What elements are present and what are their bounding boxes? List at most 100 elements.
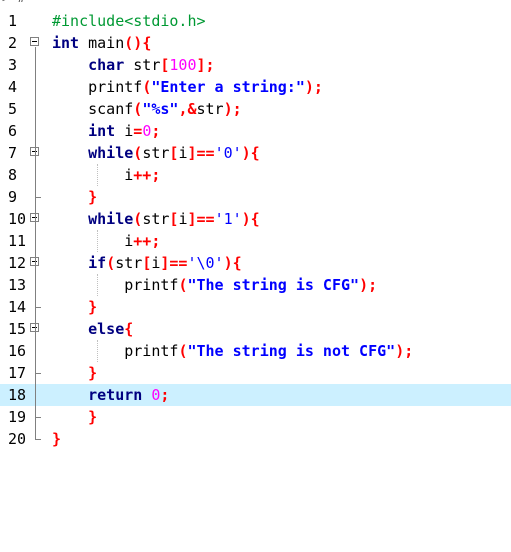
code-text[interactable]: printf("The string is CFG"); bbox=[52, 274, 377, 296]
fold-guide bbox=[28, 340, 46, 362]
code-line[interactable]: 7 while(str[i]=='0'){ bbox=[0, 142, 511, 164]
code-line[interactable]: 8 i++; bbox=[0, 164, 511, 186]
code-token: { bbox=[124, 320, 134, 338]
code-token: str bbox=[196, 100, 224, 118]
code-token: ( bbox=[133, 144, 143, 162]
code-text[interactable]: printf("The string is not CFG"); bbox=[52, 340, 413, 362]
code-editor[interactable]: > # 1#include<stdio.h>2int main(){3 char… bbox=[0, 0, 511, 552]
code-text[interactable]: } bbox=[52, 186, 97, 208]
line-number: 20 bbox=[8, 430, 27, 448]
fold-end-tick bbox=[35, 307, 41, 308]
code-text[interactable]: while(str[i]=='0'){ bbox=[52, 142, 260, 164]
code-token: ++; bbox=[133, 232, 161, 250]
line-number: 3 bbox=[8, 56, 18, 74]
code-token: ( bbox=[142, 78, 152, 96]
fold-toggle-icon[interactable] bbox=[28, 142, 46, 164]
code-line[interactable]: 19 } bbox=[0, 406, 511, 428]
line-number: 5 bbox=[8, 100, 18, 118]
code-text[interactable]: i++; bbox=[52, 230, 160, 252]
code-text[interactable]: } bbox=[52, 362, 97, 384]
code-token: ); bbox=[223, 100, 242, 118]
code-token: printf bbox=[52, 342, 179, 360]
code-text[interactable]: return 0; bbox=[52, 384, 169, 406]
code-line[interactable]: 10 while(str[i]=='1'){ bbox=[0, 208, 511, 230]
code-line[interactable]: 3 char str[100]; bbox=[0, 54, 511, 76]
code-token: str bbox=[115, 254, 143, 272]
code-token: else bbox=[88, 320, 125, 338]
fold-toggle-icon[interactable] bbox=[28, 318, 46, 340]
code-line[interactable]: 20} bbox=[0, 428, 511, 450]
code-line[interactable]: 18 return 0; bbox=[0, 384, 511, 406]
code-token: ( bbox=[133, 100, 143, 118]
code-token: char bbox=[88, 56, 125, 74]
code-line[interactable]: 15 else{ bbox=[0, 318, 511, 340]
code-text[interactable]: else{ bbox=[52, 318, 133, 340]
code-line[interactable]: 4 printf("Enter a string:"); bbox=[0, 76, 511, 98]
code-text[interactable]: while(str[i]=='1'){ bbox=[52, 208, 260, 230]
code-text[interactable]: char str[100]; bbox=[52, 54, 214, 76]
code-line[interactable]: 5 scanf("%s",&str); bbox=[0, 98, 511, 120]
line-number: 9 bbox=[8, 188, 18, 206]
code-line[interactable]: 17 } bbox=[0, 362, 511, 384]
fold-line bbox=[35, 47, 36, 439]
line-number: 10 bbox=[8, 210, 27, 228]
code-line[interactable]: 9 } bbox=[0, 186, 511, 208]
fold-guide bbox=[28, 98, 46, 120]
code-line[interactable]: 11 i++; bbox=[0, 230, 511, 252]
fold-toggle-icon[interactable] bbox=[28, 252, 46, 274]
code-line[interactable]: 6 int i=0; bbox=[0, 120, 511, 142]
code-text[interactable]: i++; bbox=[52, 164, 160, 186]
code-text[interactable]: } bbox=[52, 406, 97, 428]
line-number: 13 bbox=[8, 276, 27, 294]
code-text[interactable]: if(str[i]=='\0'){ bbox=[52, 252, 242, 274]
code-line[interactable]: 12 if(str[i]=='\0'){ bbox=[0, 252, 511, 274]
collapse-minus-icon[interactable] bbox=[30, 37, 39, 46]
code-token: int bbox=[88, 122, 116, 140]
line-number: 18 bbox=[8, 386, 27, 404]
code-token: "Enter a string:" bbox=[151, 78, 305, 96]
line-number: 2 bbox=[8, 34, 18, 52]
code-text[interactable]: #include<stdio.h> bbox=[52, 10, 206, 32]
code-token: { bbox=[142, 34, 152, 52]
code-text[interactable]: printf("Enter a string:"); bbox=[52, 76, 323, 98]
code-token: ; bbox=[160, 386, 170, 404]
code-line[interactable]: 2 int main(){ bbox=[0, 32, 511, 54]
code-token: str bbox=[142, 144, 170, 162]
code-token: str bbox=[142, 210, 170, 228]
code-text[interactable]: } bbox=[52, 428, 61, 450]
fold-guide bbox=[28, 76, 46, 98]
code-token: '1' bbox=[214, 210, 242, 228]
fold-guide bbox=[28, 230, 46, 252]
code-line[interactable]: 14 } bbox=[0, 296, 511, 318]
code-token: while bbox=[88, 210, 134, 228]
line-number: 15 bbox=[8, 320, 27, 338]
code-text[interactable]: int i=0; bbox=[52, 120, 160, 142]
code-text[interactable]: scanf("%s",&str); bbox=[52, 98, 242, 120]
code-line[interactable]: 1 #include<stdio.h> bbox=[0, 10, 511, 32]
code-token: printf bbox=[52, 78, 143, 96]
code-token: [ bbox=[142, 254, 152, 272]
code-text[interactable]: } bbox=[52, 296, 97, 318]
code-token: str bbox=[124, 56, 161, 74]
code-token: } bbox=[88, 408, 98, 426]
code-text[interactable]: int main(){ bbox=[52, 32, 151, 54]
code-token: } bbox=[88, 188, 98, 206]
fold-toggle-icon[interactable] bbox=[28, 208, 46, 230]
indent-guide bbox=[97, 230, 98, 252]
code-line[interactable]: 16 printf("The string is not CFG"); bbox=[0, 340, 511, 362]
code-token: ]== bbox=[187, 210, 215, 228]
code-token: 100 bbox=[169, 56, 197, 74]
fold-toggle-icon[interactable] bbox=[28, 32, 46, 54]
code-line[interactable]: 13 printf("The string is CFG"); bbox=[0, 274, 511, 296]
line-number: 19 bbox=[8, 408, 27, 426]
code-token: ); bbox=[395, 342, 414, 360]
